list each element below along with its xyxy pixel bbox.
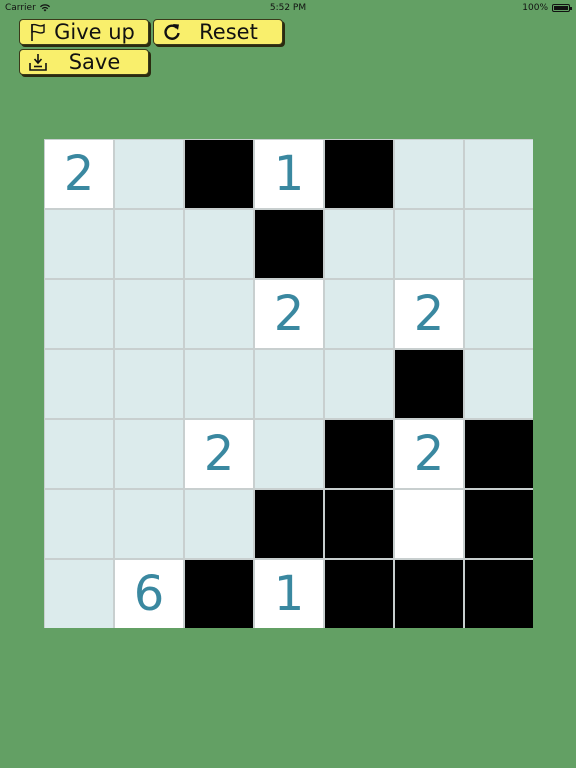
black-cell[interactable] [325, 140, 393, 208]
black-cell[interactable] [255, 210, 323, 278]
clue-cell[interactable]: 1 [255, 140, 323, 208]
empty-cell[interactable] [185, 350, 253, 418]
status-right: 100% [522, 3, 572, 13]
empty-cell[interactable] [185, 210, 253, 278]
flag-icon [27, 21, 49, 43]
empty-cell[interactable] [45, 210, 113, 278]
clue-cell[interactable]: 6 [115, 560, 183, 628]
empty-cell[interactable] [465, 140, 533, 208]
clue-cell[interactable]: 2 [45, 140, 113, 208]
empty-cell[interactable] [395, 140, 463, 208]
refresh-icon [161, 21, 183, 43]
save-label: Save [68, 50, 121, 74]
empty-cell[interactable] [185, 280, 253, 348]
empty-cell[interactable] [325, 350, 393, 418]
clue-cell[interactable]: 1 [255, 560, 323, 628]
empty-cell[interactable] [185, 490, 253, 558]
give-up-label: Give up [54, 20, 135, 44]
battery-fill [554, 6, 568, 10]
black-cell[interactable] [395, 350, 463, 418]
save-button[interactable]: Save [19, 49, 149, 75]
white-cell[interactable] [395, 490, 463, 558]
empty-cell[interactable] [115, 490, 183, 558]
clue-cell[interactable]: 2 [255, 280, 323, 348]
black-cell[interactable] [185, 560, 253, 628]
empty-cell[interactable] [255, 420, 323, 488]
empty-cell[interactable] [45, 420, 113, 488]
empty-cell[interactable] [325, 210, 393, 278]
clue-cell[interactable]: 2 [395, 280, 463, 348]
black-cell[interactable] [325, 490, 393, 558]
empty-cell[interactable] [45, 560, 113, 628]
battery-percent: 100% [522, 3, 548, 13]
battery-icon [552, 4, 572, 12]
black-cell[interactable] [185, 140, 253, 208]
black-cell[interactable] [325, 560, 393, 628]
status-time: 5:52 PM [269, 3, 307, 13]
puzzle-board: 2 1 2 2 2 2 6 1 [44, 139, 533, 628]
empty-cell[interactable] [255, 350, 323, 418]
empty-cell[interactable] [115, 420, 183, 488]
black-cell[interactable] [325, 420, 393, 488]
clue-cell[interactable]: 2 [395, 420, 463, 488]
empty-cell[interactable] [395, 210, 463, 278]
empty-cell[interactable] [325, 280, 393, 348]
empty-cell[interactable] [45, 280, 113, 348]
empty-cell[interactable] [115, 280, 183, 348]
save-icon [27, 51, 49, 73]
empty-cell[interactable] [45, 490, 113, 558]
black-cell[interactable] [465, 560, 533, 628]
empty-cell[interactable] [465, 350, 533, 418]
black-cell[interactable] [465, 490, 533, 558]
status-bar: Carrier 5:52 PM 100% [0, 0, 576, 16]
empty-cell[interactable] [465, 280, 533, 348]
reset-button[interactable]: Reset [153, 19, 283, 45]
give-up-button[interactable]: Give up [19, 19, 149, 45]
black-cell[interactable] [465, 420, 533, 488]
empty-cell[interactable] [45, 350, 113, 418]
empty-cell[interactable] [115, 140, 183, 208]
clue-cell[interactable]: 2 [185, 420, 253, 488]
empty-cell[interactable] [115, 210, 183, 278]
black-cell[interactable] [255, 490, 323, 558]
reset-label: Reset [199, 20, 258, 44]
empty-cell[interactable] [465, 210, 533, 278]
empty-cell[interactable] [115, 350, 183, 418]
black-cell[interactable] [395, 560, 463, 628]
